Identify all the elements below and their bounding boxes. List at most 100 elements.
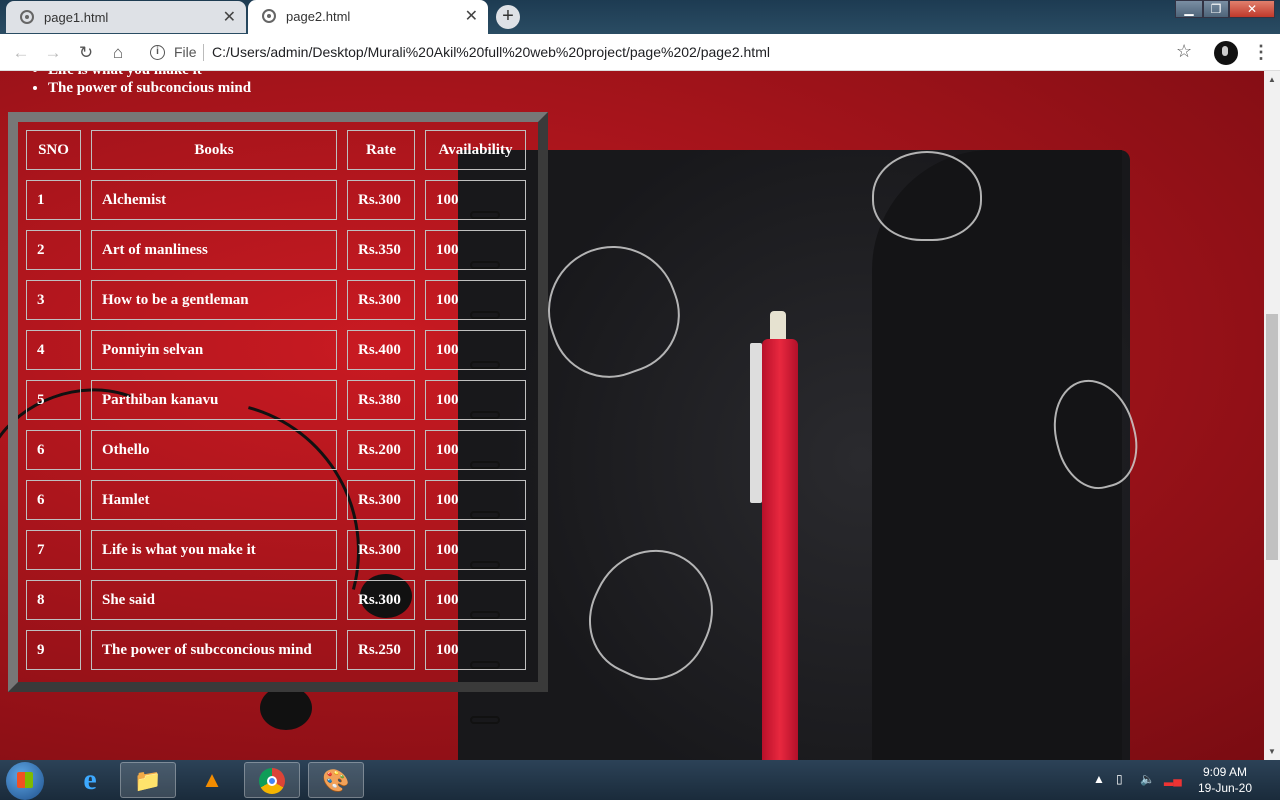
cell-sno: 4 [26, 330, 81, 370]
table-row: 6 Othello Rs.200 100 [26, 430, 526, 470]
cell-book: Life is what you make it [91, 530, 337, 570]
cell-rate: Rs.250 [347, 630, 415, 670]
list-item: Life is what you make it [48, 71, 251, 79]
cell-sno: 8 [26, 580, 81, 620]
cell-book: Art of manliness [91, 230, 337, 270]
show-hidden-icons[interactable]: ▲ [1093, 772, 1105, 786]
earbud [260, 686, 312, 730]
forward-icon[interactable]: → [42, 42, 64, 64]
table-row: 9 The power of subcconcious mind Rs.250 … [26, 630, 526, 670]
cell-rate: Rs.380 [347, 380, 415, 420]
cell-availability: 100 [425, 430, 526, 470]
new-tab-button[interactable]: + [496, 5, 520, 29]
paint-icon[interactable]: 🎨 [308, 762, 364, 798]
globe-icon [262, 9, 276, 23]
cell-book: She said [91, 580, 337, 620]
tab-title: page1.html [44, 10, 109, 25]
table-row: 4 Ponniyin selvan Rs.400 100 [26, 330, 526, 370]
cell-rate: Rs.300 [347, 180, 415, 220]
minimize-button[interactable]: ▁ [1175, 0, 1203, 18]
scrollbar-thumb[interactable] [1266, 314, 1278, 560]
vlc-icon[interactable]: ▲ [184, 762, 240, 798]
close-window-button[interactable]: ✕ [1229, 0, 1275, 18]
cell-book: Parthiban kanavu [91, 380, 337, 420]
table-header-row: SNO Books Rate Availability [26, 130, 526, 170]
maximize-button[interactable]: ❐ [1203, 0, 1229, 18]
tab-page2[interactable]: page2.html ✕ [248, 0, 488, 34]
cell-availability: 100 [425, 330, 526, 370]
cell-book: Othello [91, 430, 337, 470]
cell-rate: Rs.300 [347, 280, 415, 320]
cell-sno: 9 [26, 630, 81, 670]
table-row: 5 Parthiban kanavu Rs.380 100 [26, 380, 526, 420]
clock-time: 9:09 AM [1202, 765, 1248, 779]
cell-availability: 100 [425, 180, 526, 220]
cell-sno: 3 [26, 280, 81, 320]
vertical-scrollbar[interactable]: ▲ ▼ [1264, 71, 1280, 760]
cell-availability: 100 [425, 530, 526, 570]
address-bar[interactable]: i File C:/Users/admin/Desktop/Murali%20A… [140, 38, 1206, 67]
cell-availability: 100 [425, 280, 526, 320]
cell-book: How to be a gentleman [91, 280, 337, 320]
clock-date: 19-Jun-20 [1197, 781, 1253, 795]
scroll-up-icon[interactable]: ▲ [1268, 75, 1276, 84]
url-text[interactable]: C:/Users/admin/Desktop/Murali%20Akil%20f… [212, 44, 770, 60]
cell-sno: 7 [26, 530, 81, 570]
back-icon[interactable]: ← [10, 42, 32, 64]
tab-page1[interactable]: page1.html ✕ [6, 1, 246, 33]
profile-avatar[interactable] [1214, 41, 1238, 65]
file-explorer-icon[interactable]: 📁 [120, 762, 176, 798]
table-row: 8 She said Rs.300 100 [26, 580, 526, 620]
cell-book: The power of subcconcious mind [91, 630, 337, 670]
cell-rate: Rs.300 [347, 530, 415, 570]
cell-sno: 6 [26, 480, 81, 520]
table-row: 6 Hamlet Rs.300 100 [26, 480, 526, 520]
page-viewport: Life is what you make it The power of su… [0, 71, 1264, 760]
info-icon[interactable]: i [150, 45, 165, 60]
start-button[interactable] [6, 762, 44, 800]
red-pen [762, 339, 798, 760]
column-header-books: Books [91, 130, 337, 170]
cell-rate: Rs.400 [347, 330, 415, 370]
spiral-ring [470, 716, 500, 724]
network-icon[interactable]: ▂▄ [1164, 772, 1182, 786]
list-item: The power of subconcious mind [48, 79, 251, 97]
browser-toolbar: ← → ↻ ⌂ i File C:/Users/admin/Desktop/Mu… [0, 34, 1280, 71]
chrome-icon[interactable] [244, 762, 300, 798]
book-list: Life is what you make it The power of su… [28, 71, 251, 97]
cell-sno: 5 [26, 380, 81, 420]
scroll-down-icon[interactable]: ▼ [1268, 747, 1276, 756]
column-header-sno: SNO [26, 130, 81, 170]
cell-rate: Rs.200 [347, 430, 415, 470]
table-frame: SNO Books Rate Availability 1 Alchemist … [8, 112, 548, 692]
tab-strip: page1.html ✕ page2.html ✕ + ▁ ❐ ✕ [0, 0, 1280, 34]
cell-sno: 1 [26, 180, 81, 220]
divider [203, 44, 204, 61]
cell-book: Alchemist [91, 180, 337, 220]
system-clock[interactable]: 9:09 AM 19-Jun-20 [1190, 764, 1260, 796]
home-icon[interactable]: ⌂ [107, 42, 129, 64]
menu-icon[interactable]: ⋮ [1252, 42, 1270, 63]
cell-sno: 2 [26, 230, 81, 270]
table-row: 1 Alchemist Rs.300 100 [26, 180, 526, 220]
internet-explorer-icon[interactable]: e [62, 762, 118, 798]
close-tab-icon[interactable]: ✕ [223, 7, 236, 27]
cell-rate: Rs.300 [347, 480, 415, 520]
cell-availability: 100 [425, 580, 526, 620]
cell-rate: Rs.350 [347, 230, 415, 270]
battery-icon[interactable]: ▯ [1116, 772, 1123, 786]
column-header-rate: Rate [347, 130, 415, 170]
tab-title: page2.html [286, 9, 351, 24]
reload-icon[interactable]: ↻ [75, 42, 97, 64]
column-header-availability: Availability [425, 130, 526, 170]
cell-book: Hamlet [91, 480, 337, 520]
cell-availability: 100 [425, 630, 526, 670]
heart-doodle [872, 151, 982, 241]
cell-availability: 100 [425, 480, 526, 520]
table-row: 3 How to be a gentleman Rs.300 100 [26, 280, 526, 320]
pen-clip [750, 343, 762, 503]
cell-availability: 100 [425, 230, 526, 270]
volume-icon[interactable]: 🔈 [1140, 772, 1155, 786]
bookmark-star-icon[interactable]: ☆ [1176, 41, 1192, 62]
close-tab-icon[interactable]: ✕ [465, 6, 478, 26]
